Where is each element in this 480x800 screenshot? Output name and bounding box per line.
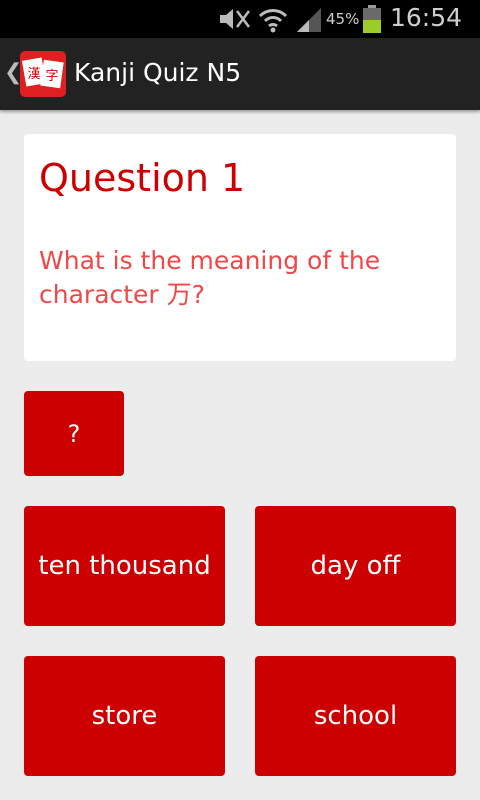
signal-icon <box>297 8 321 32</box>
question-card: Question 1 What is the meaning of the ch… <box>24 134 456 361</box>
status-bar: 45% 16:54 <box>0 0 480 38</box>
question-text: What is the meaning of the character 万? <box>39 246 381 309</box>
svg-text:漢: 漢 <box>27 67 40 82</box>
mute-icon <box>220 9 250 29</box>
answer-button-school[interactable]: school <box>255 656 456 776</box>
hint-button[interactable]: ? <box>24 391 124 476</box>
clock: 16:54 <box>390 3 463 32</box>
svg-text:字: 字 <box>45 69 58 84</box>
question-title: Question 1 <box>39 156 246 200</box>
answer-button-day-off[interactable]: day off <box>255 506 456 626</box>
battery-icon <box>363 5 381 33</box>
app-title: Kanji Quiz N5 <box>74 58 242 87</box>
answer-button-store[interactable]: store <box>24 656 225 776</box>
action-bar: ❮ 漢 字 Kanji Quiz N5 <box>0 38 480 110</box>
battery-percent: 45% <box>326 10 360 28</box>
kanji-card-icon[interactable]: 漢 字 <box>20 51 66 97</box>
wifi-icon <box>258 9 288 33</box>
answer-button-ten-thousand[interactable]: ten thousand <box>24 506 225 626</box>
